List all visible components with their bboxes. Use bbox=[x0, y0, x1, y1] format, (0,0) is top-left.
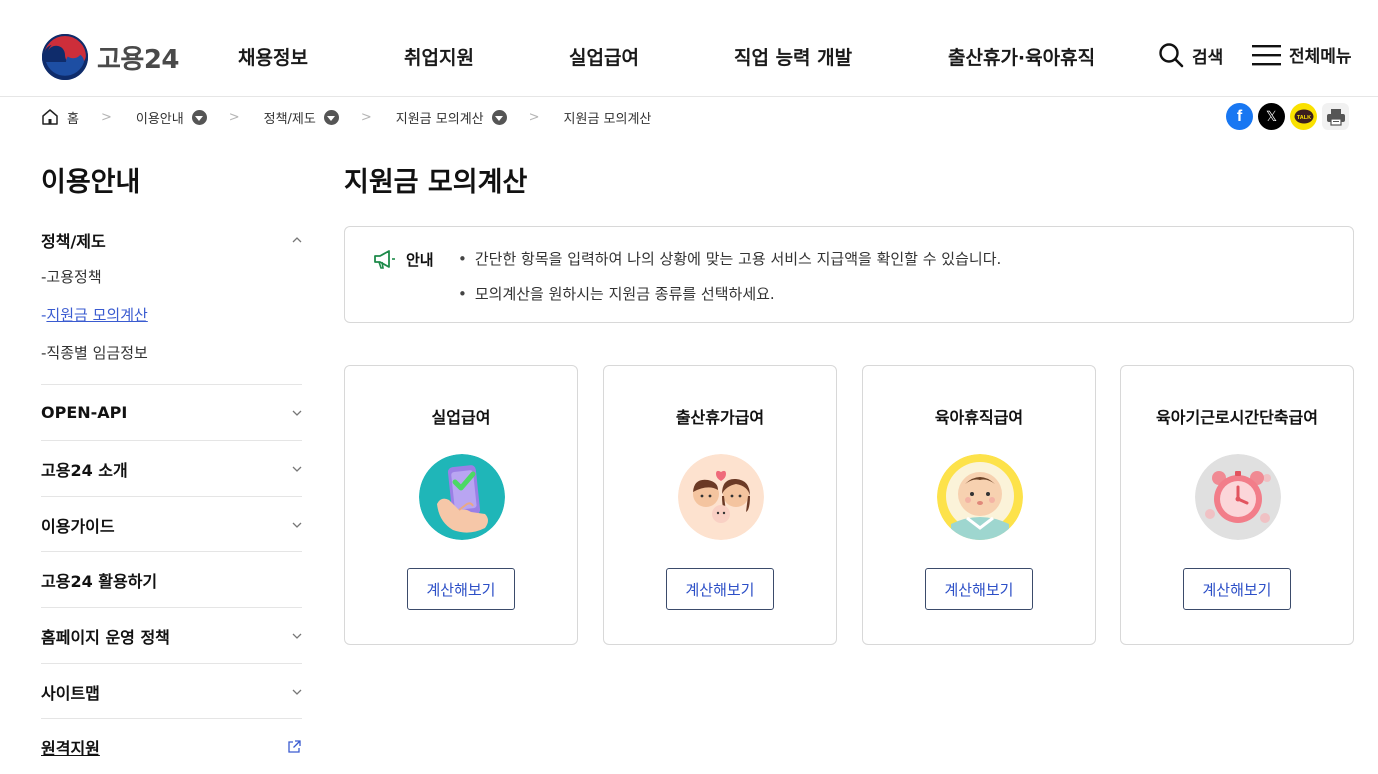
nav-item-unemployment-benefit[interactable]: 실업급여 bbox=[569, 43, 639, 70]
sidebar-item-user-guide[interactable]: 이용가이드 bbox=[41, 496, 302, 552]
site-header: 고용24 채용정보 취업지원 실업급여 직업 능력 개발 출산휴가·육아휴직 검… bbox=[0, 0, 1378, 97]
search-button[interactable]: 검색 bbox=[1158, 42, 1223, 68]
facebook-share-button[interactable]: f bbox=[1226, 103, 1253, 130]
breadcrumb-home[interactable]: 홈 bbox=[41, 108, 79, 127]
sidebar-subitem-wage-info[interactable]: -직종별 임금정보 bbox=[41, 342, 148, 363]
kakaotalk-icon-text: TALK bbox=[1296, 115, 1310, 121]
sidebar-item-site-policy[interactable]: 홈페이지 운영 정책 bbox=[41, 607, 302, 663]
notice-header: 안내 bbox=[372, 248, 434, 270]
sidebar-item-label: 홈페이지 운영 정책 bbox=[41, 627, 170, 647]
notice-box: 안내 간단한 항목을 입력하여 나의 상황에 맞는 고용 서비스 지급액을 확인… bbox=[344, 226, 1354, 323]
share-toolbar: f 𝕏 TALK bbox=[1221, 103, 1349, 130]
sidebar-item-how-to-use[interactable]: 고용24 활용하기 bbox=[41, 551, 302, 607]
sidebar-item-open-api[interactable]: OPEN-API bbox=[41, 384, 302, 440]
chevron-down-icon bbox=[292, 689, 302, 695]
breadcrumb-item-guide[interactable]: 이용안내 bbox=[136, 108, 207, 127]
chevron-down-icon bbox=[292, 466, 302, 472]
calculate-button[interactable]: 계산해보기 bbox=[666, 568, 774, 610]
dropdown-arrow-icon[interactable] bbox=[491, 109, 507, 125]
calculate-button[interactable]: 계산해보기 bbox=[925, 568, 1033, 610]
sidebar-subitem-label: 지원금 모의계산 bbox=[46, 306, 148, 324]
nav-item-employment-support[interactable]: 취업지원 bbox=[404, 43, 474, 70]
nav-item-skills-development[interactable]: 직업 능력 개발 bbox=[734, 43, 852, 70]
notice-label: 안내 bbox=[406, 250, 434, 269]
printer-icon bbox=[1326, 108, 1345, 126]
phone-check-icon bbox=[419, 454, 505, 540]
kakaotalk-icon: TALK bbox=[1294, 109, 1313, 123]
sidebar-title: 이용안내 bbox=[41, 167, 141, 198]
kakaotalk-share-button[interactable]: TALK bbox=[1290, 103, 1317, 130]
sidebar-item-label: 사이트맵 bbox=[41, 683, 100, 703]
breadcrumb-separator: > bbox=[360, 109, 372, 125]
breadcrumb-separator: > bbox=[100, 109, 112, 125]
calculate-button[interactable]: 계산해보기 bbox=[1183, 568, 1291, 610]
card-reduced-hours-benefit: 육아기근로시간단축급여 계산해보기 bbox=[1120, 365, 1354, 645]
sidebar-item-label: 원격지원 bbox=[41, 738, 100, 758]
breadcrumb-current: 지원금 모의계산 bbox=[564, 108, 652, 127]
sidebar-group-header[interactable]: 정책/제도 bbox=[41, 228, 302, 252]
notice-line: 모의계산을 원하시는 지원금 종류를 선택하세요. bbox=[458, 283, 775, 304]
breadcrumb-item-label: 이용안내 bbox=[135, 111, 184, 127]
external-link-icon bbox=[288, 739, 301, 753]
facebook-icon: f bbox=[1236, 107, 1243, 125]
card-title: 육아휴직급여 bbox=[934, 408, 1024, 427]
card-unemployment-benefit: 실업급여 계산해보기 bbox=[344, 365, 578, 645]
all-menu-label: 전체메뉴 bbox=[1289, 47, 1352, 67]
alarm-clock-icon bbox=[1195, 454, 1281, 540]
breadcrumb-current-label: 지원금 모의계산 bbox=[563, 111, 652, 127]
breadcrumb-home-label: 홈 bbox=[67, 111, 79, 127]
family-icon bbox=[678, 454, 764, 540]
breadcrumb-item-label: 지원금 모의계산 bbox=[395, 111, 484, 127]
chevron-up-icon bbox=[292, 237, 302, 243]
sidebar-subitem-employment-policy[interactable]: -고용정책 bbox=[41, 266, 102, 287]
sidebar-item-sitemap[interactable]: 사이트맵 bbox=[41, 663, 302, 719]
dropdown-arrow-icon[interactable] bbox=[323, 109, 339, 125]
breadcrumb-separator: > bbox=[528, 109, 540, 125]
home-icon bbox=[42, 109, 58, 125]
baby-icon bbox=[937, 454, 1023, 540]
taegeuk-logo-icon bbox=[42, 34, 88, 80]
sidebar-item-label: 고용24 소개 bbox=[41, 460, 128, 480]
breadcrumb-item-policy[interactable]: 정책/제도 bbox=[264, 108, 339, 127]
card-maternity-leave-benefit: 출산휴가급여 계산해보기 bbox=[603, 365, 837, 645]
sidebar-subitem-label: 직종별 임금정보 bbox=[46, 344, 148, 362]
breadcrumb: 홈 > 이용안내 > 정책/제도 > 지원금 모의계산 > 지원금 모의계산 bbox=[41, 104, 651, 130]
notice-line: 간단한 항목을 입력하여 나의 상황에 맞는 고용 서비스 지급액을 확인할 수… bbox=[458, 248, 1001, 269]
search-label: 검색 bbox=[1192, 47, 1224, 68]
breadcrumb-item-label: 정책/제도 bbox=[263, 111, 316, 127]
sidebar-item-label: 고용24 활용하기 bbox=[41, 571, 158, 591]
sidebar-subitem-subsidy-calculator[interactable]: -지원금 모의계산 bbox=[41, 304, 148, 325]
chevron-down-icon bbox=[292, 633, 302, 639]
card-title: 육아기근로시간단축급여 bbox=[1156, 408, 1318, 427]
nav-item-jobs[interactable]: 채용정보 bbox=[238, 43, 308, 70]
sidebar-group-label: 정책/제도 bbox=[41, 232, 106, 251]
nav-item-maternity-parental-leave[interactable]: 출산휴가·육아휴직 bbox=[948, 43, 1095, 70]
sidebar-item-label: 이용가이드 bbox=[41, 516, 115, 536]
print-button[interactable] bbox=[1322, 103, 1349, 130]
sidebar-item-label: OPEN-API bbox=[41, 403, 128, 422]
site-logo[interactable]: 고용24 bbox=[42, 34, 180, 80]
all-menu-button[interactable]: 전체메뉴 bbox=[1252, 42, 1352, 67]
x-icon: 𝕏 bbox=[1265, 108, 1278, 124]
card-parental-leave-benefit: 육아휴직급여 계산해보기 bbox=[862, 365, 1096, 645]
dropdown-arrow-icon[interactable] bbox=[191, 109, 207, 125]
search-icon bbox=[1159, 43, 1184, 68]
sidebar-item-remote-support[interactable]: 원격지원 bbox=[41, 718, 302, 774]
hamburger-menu-icon bbox=[1252, 44, 1281, 65]
logo-text: 고용24 bbox=[97, 44, 180, 75]
page-title: 지원금 모의계산 bbox=[344, 167, 528, 198]
sidebar-subitem-label: 고용정책 bbox=[46, 268, 102, 286]
card-title: 출산휴가급여 bbox=[675, 408, 765, 427]
megaphone-icon bbox=[374, 250, 395, 269]
sidebar-item-about[interactable]: 고용24 소개 bbox=[41, 440, 302, 496]
breadcrumb-item-calculator[interactable]: 지원금 모의계산 bbox=[396, 108, 507, 127]
x-share-button[interactable]: 𝕏 bbox=[1258, 103, 1285, 130]
card-title: 실업급여 bbox=[431, 408, 491, 427]
breadcrumb-separator: > bbox=[228, 109, 240, 125]
calculate-button[interactable]: 계산해보기 bbox=[407, 568, 515, 610]
sidebar-group-policy[interactable]: 정책/제도 bbox=[41, 228, 302, 252]
chevron-down-icon bbox=[292, 410, 302, 416]
chevron-down-icon bbox=[292, 522, 302, 528]
